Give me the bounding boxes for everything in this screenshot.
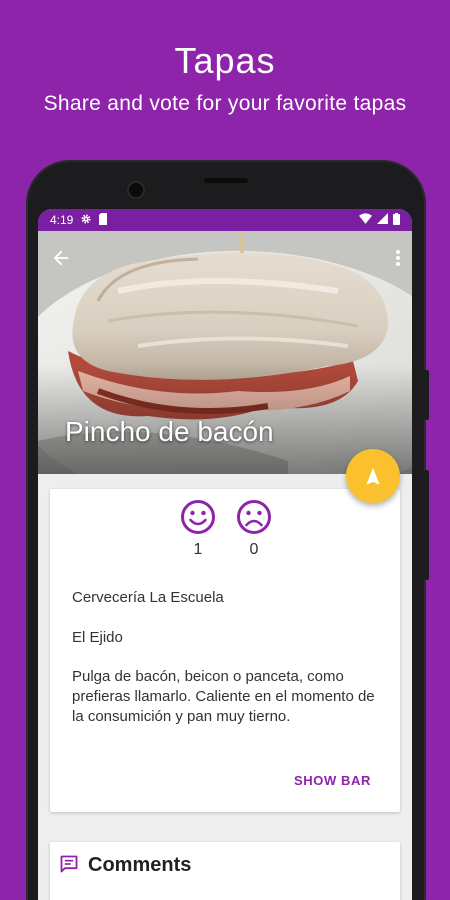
sim-icon: [99, 212, 109, 228]
phone-speaker: [204, 178, 248, 183]
overflow-menu-button[interactable]: [394, 247, 402, 269]
comments-title: Comments: [88, 854, 192, 876]
wifi-icon: [359, 213, 372, 227]
navigate-fab[interactable]: [346, 449, 400, 503]
more-vert-icon: [396, 250, 400, 266]
promo-title: Tapas: [174, 40, 276, 81]
tapa-description: Pulga de bacón, beicon o panceta, como p…: [72, 668, 375, 725]
phone-volume-button: [424, 470, 429, 580]
phone-power-button: [424, 370, 429, 420]
arrow-back-icon: [53, 250, 69, 266]
app-screen: 4:19 Pincho de bacón 1 0 Cervecería La E…: [38, 209, 412, 900]
phone-camera: [129, 183, 143, 197]
vote-section: 1 0: [180, 499, 272, 559]
promo-subtitle: Share and vote for your favorite tapas: [43, 92, 407, 115]
status-bar: 4:19: [38, 209, 412, 231]
tapa-photo: Pincho de bacón: [38, 231, 412, 474]
like-count: 1: [193, 541, 203, 558]
comments-card: Comments: [50, 842, 400, 900]
town-name: El Ejido: [72, 629, 123, 646]
comment-icon: [59, 854, 79, 879]
navigation-arrow-icon: [366, 467, 380, 485]
sad-face-icon[interactable]: [236, 499, 272, 535]
tapa-detail-card: 1 0 Cervecería La Escuela El Ejido Pulga…: [50, 489, 400, 812]
gear-icon: [80, 213, 92, 228]
back-button[interactable]: [50, 247, 72, 269]
dislike-count: 0: [249, 541, 259, 558]
tapa-title: Pincho de bacón: [65, 416, 274, 447]
signal-icon: [377, 213, 388, 227]
status-time: 4:19: [50, 213, 74, 227]
battery-icon: [393, 212, 400, 228]
show-bar-button[interactable]: SHOW BAR: [294, 773, 371, 788]
bar-name: Cervecería La Escuela: [72, 589, 224, 606]
smile-face-icon[interactable]: [180, 499, 216, 535]
like-vote: 1: [180, 499, 216, 559]
dislike-vote: 0: [236, 499, 272, 559]
